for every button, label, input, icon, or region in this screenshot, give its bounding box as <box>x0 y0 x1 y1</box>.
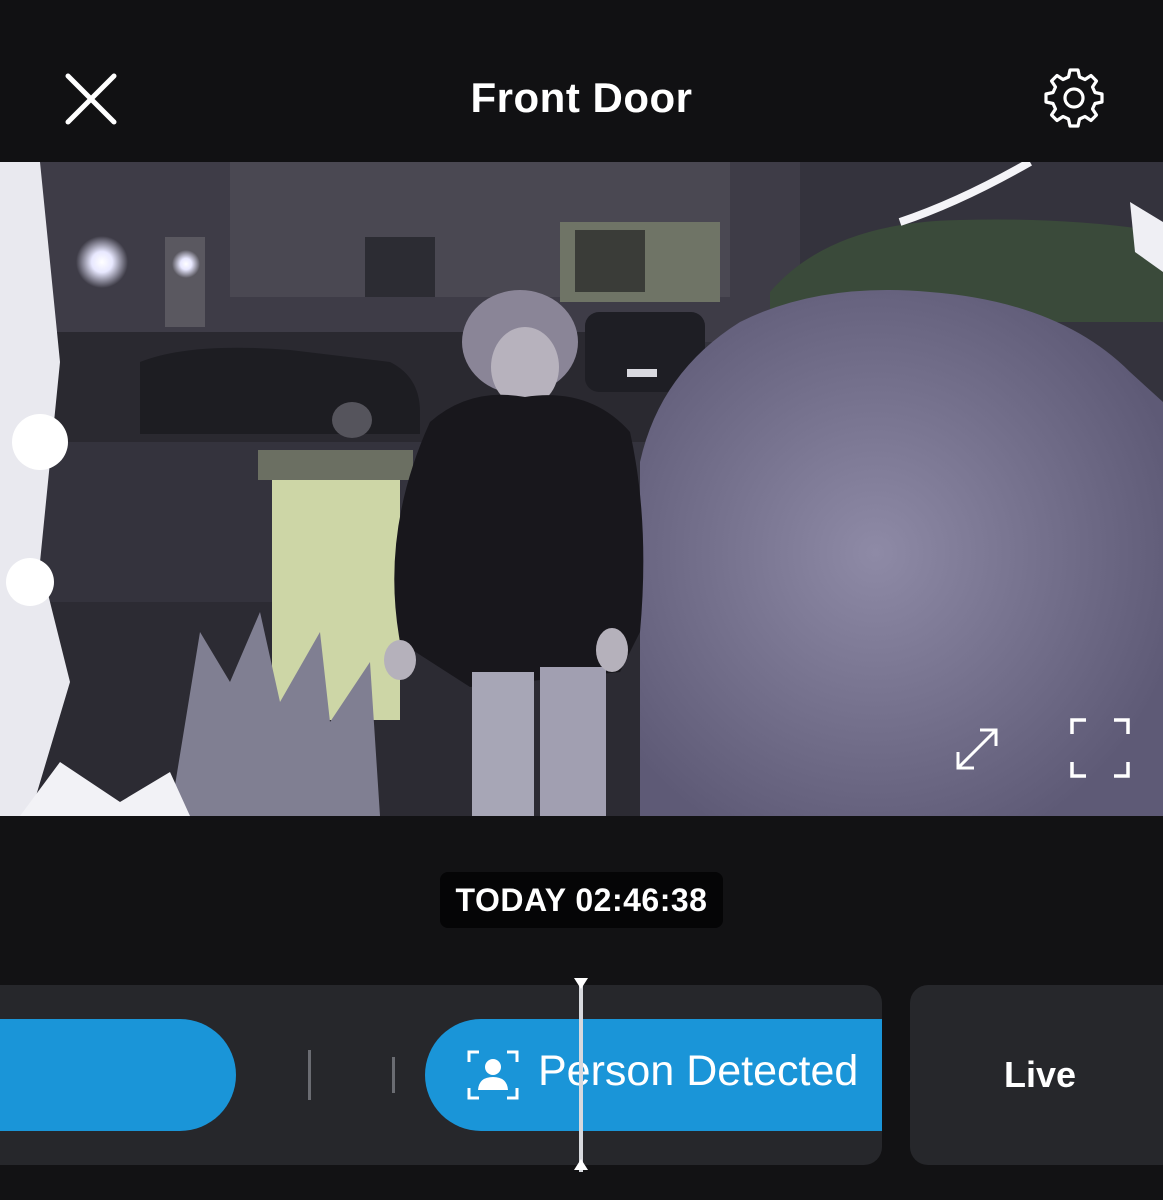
timeline-tick <box>308 1050 311 1100</box>
expand-arrows-icon <box>956 728 998 770</box>
timeline-playhead[interactable] <box>579 978 583 1172</box>
fullscreen-button[interactable] <box>1068 716 1132 780</box>
settings-button[interactable] <box>1044 68 1104 128</box>
event-label: Person Detected <box>538 1047 859 1095</box>
top-bar: Front Door <box>0 0 1163 162</box>
timeline-event-previous[interactable] <box>0 1019 236 1131</box>
live-label: Live <box>1003 1054 1077 1095</box>
event-timeline[interactable]: Person Detected <box>0 985 882 1165</box>
live-button[interactable]: Live <box>910 985 1163 1165</box>
playhead-top-marker <box>574 978 588 989</box>
gear-icon <box>1044 68 1104 128</box>
playhead-bottom-marker <box>574 1159 588 1170</box>
expand-button[interactable] <box>950 722 1004 776</box>
fullscreen-corners-icon <box>1070 718 1130 778</box>
page-title: Front Door <box>470 74 693 121</box>
timeline-event-person-detected[interactable]: Person Detected <box>425 1019 882 1131</box>
night-vision-scene <box>0 162 1163 816</box>
timestamp-label: TODAY 02:46:38 <box>440 872 723 928</box>
camera-video-feed[interactable] <box>0 162 1163 816</box>
timeline-tick <box>392 1057 395 1093</box>
person-frame-icon <box>467 1050 519 1100</box>
